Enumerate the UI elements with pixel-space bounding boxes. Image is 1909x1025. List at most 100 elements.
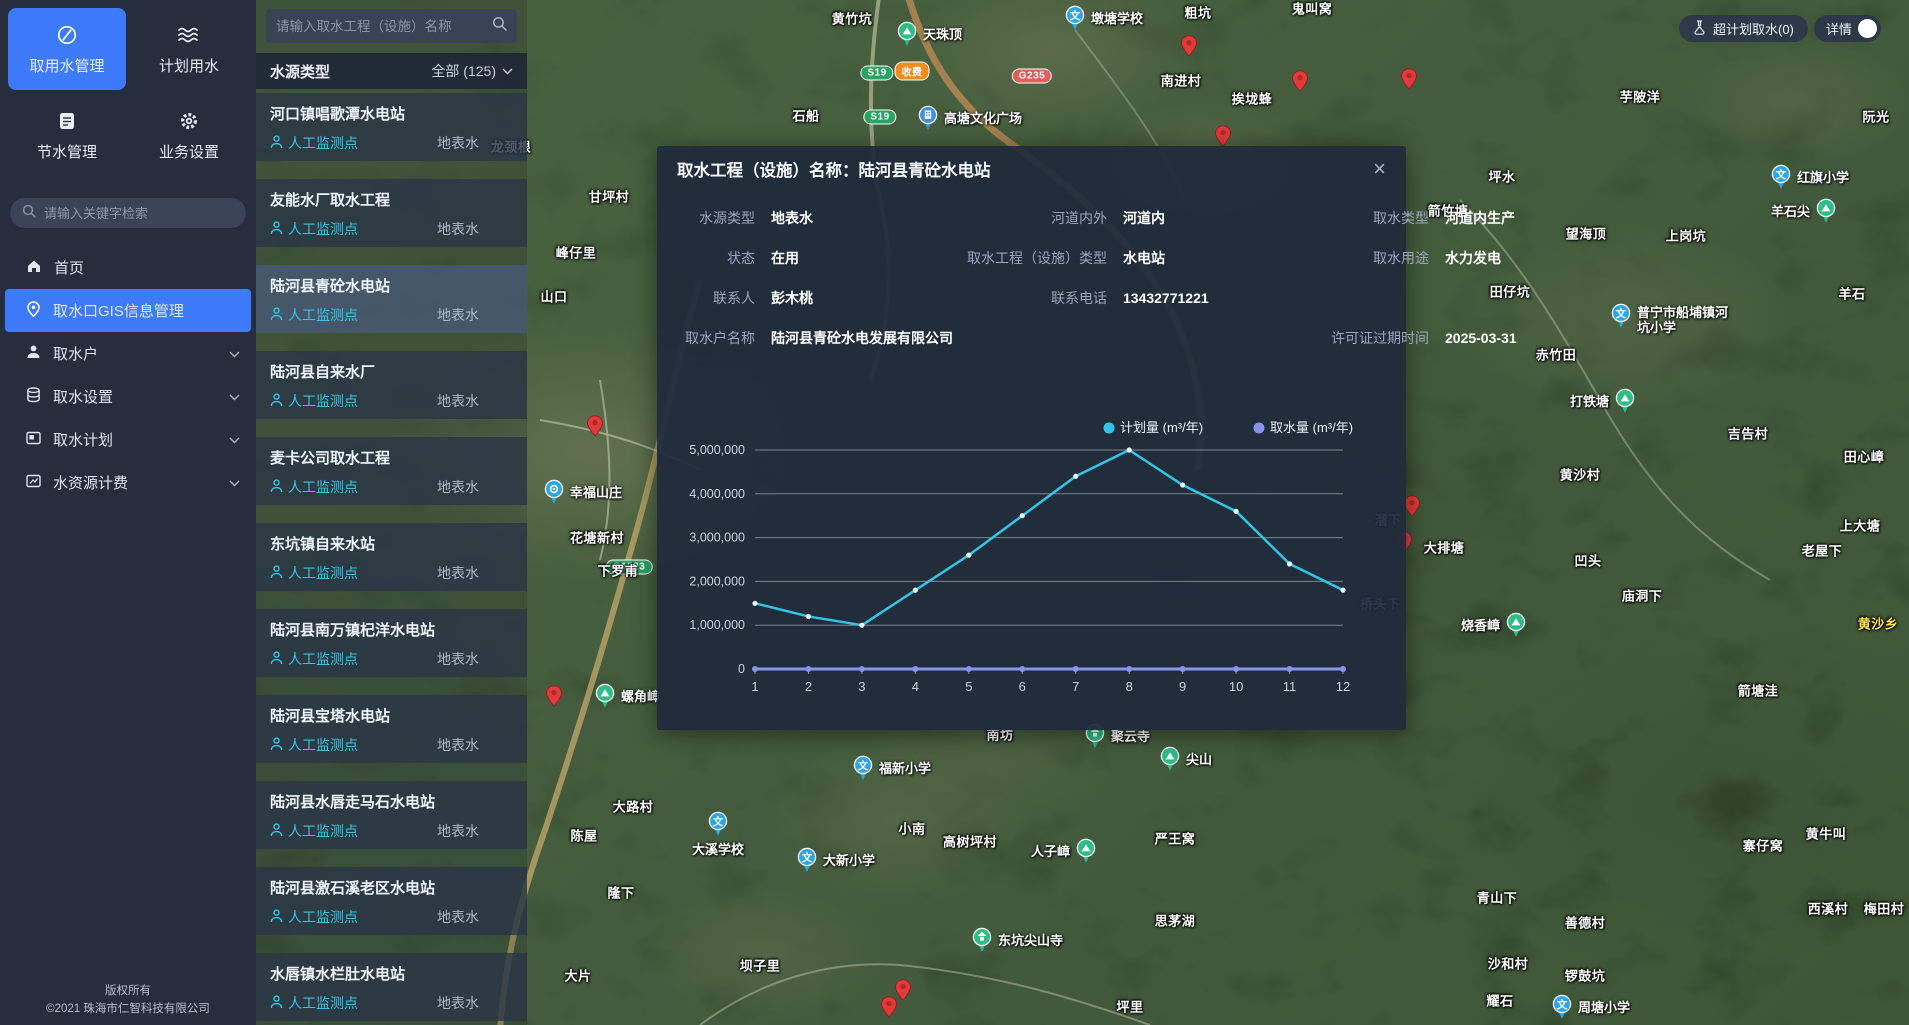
module-water-intake-dashboard[interactable]: 取用水管理 xyxy=(8,8,126,90)
school-map-marker[interactable]: 文福新小学 xyxy=(853,755,873,786)
module-notebook[interactable]: 节水管理 xyxy=(8,94,126,176)
over-plan-intake-button[interactable]: 超计划取水(0) xyxy=(1679,15,1808,42)
search-icon[interactable] xyxy=(492,16,507,36)
station-list-item[interactable]: 陆河县南万镇杞洋水电站人工监测点地表水 xyxy=(256,609,527,677)
mountain-map-marker[interactable]: 人子嶂 xyxy=(1076,838,1096,869)
station-meta-row: 人工监测点地表水 xyxy=(270,391,513,411)
station-list-item[interactable]: 陆河县自来水厂人工监测点地表水 xyxy=(256,351,527,419)
module-waves[interactable]: 计划用水 xyxy=(130,8,248,90)
mountain-map-marker[interactable]: 螺角嶂 xyxy=(595,683,615,714)
station-meta-row: 人工监测点地表水 xyxy=(270,477,513,497)
station-meta-row: 人工监测点地表水 xyxy=(270,133,513,153)
red-map-pin[interactable] xyxy=(1404,495,1421,522)
svg-text:2: 2 xyxy=(805,679,812,694)
map-place-label: 大片 xyxy=(564,966,591,985)
modal-title: 取水工程（设施）名称：陆河县青砼水电站 xyxy=(677,157,991,181)
monitor-type[interactable]: 人工监测点 xyxy=(270,219,358,239)
person-icon xyxy=(270,737,283,754)
station-list-item[interactable]: 河口镇唱歌潭水电站人工监测点地表水 xyxy=(256,93,527,161)
toggle-knob[interactable] xyxy=(1858,19,1877,38)
sidebar-item-database[interactable]: 取水设置 xyxy=(0,375,256,418)
module-label: 取用水管理 xyxy=(29,55,104,76)
red-map-pin[interactable] xyxy=(881,996,898,1023)
school-map-marker[interactable]: 文普宁市船埔镇河坑小学 xyxy=(1611,303,1631,334)
station-list-item[interactable]: 陆河县激石溪老区水电站人工监测点地表水 xyxy=(256,867,527,935)
field-value: 彭木桃 xyxy=(771,286,921,326)
sidebar-item-home[interactable]: 首页 xyxy=(0,246,256,289)
sidebar-item-location-pin[interactable]: 取水口GIS信息管理 xyxy=(5,289,251,332)
road-badge: 收费 xyxy=(895,62,930,81)
monitor-type[interactable]: 人工监测点 xyxy=(270,821,358,841)
legend-item[interactable]: 计划量 (m³/年) xyxy=(1104,420,1204,435)
station-list-item[interactable]: 东坑镇自来水站人工监测点地表水 xyxy=(256,523,527,591)
person-icon xyxy=(270,307,283,324)
map-place-label: 阮光 xyxy=(1862,107,1889,126)
monitor-type[interactable]: 人工监测点 xyxy=(270,305,358,325)
map-place-label: 善德村 xyxy=(1565,913,1606,932)
detail-toggle[interactable]: 详情 xyxy=(1814,15,1881,42)
mountain-map-marker[interactable]: 打铁塘 xyxy=(1615,388,1635,419)
station-search-input[interactable] xyxy=(276,19,492,34)
monitor-type[interactable]: 人工监测点 xyxy=(270,563,358,583)
station-name: 陆河县南万镇杞洋水电站 xyxy=(270,619,513,640)
field-label: 水源类型 xyxy=(665,206,755,246)
svg-text:文: 文 xyxy=(712,815,724,828)
monitor-type[interactable]: 人工监测点 xyxy=(270,907,358,927)
red-map-pin[interactable] xyxy=(1401,68,1418,95)
sidebar-item-billing[interactable]: 水资源计费 xyxy=(0,461,256,504)
monitor-type[interactable]: 人工监测点 xyxy=(270,993,358,1013)
monitor-label: 人工监测点 xyxy=(288,649,358,669)
red-map-pin[interactable] xyxy=(587,415,604,442)
monitor-type[interactable]: 人工监测点 xyxy=(270,735,358,755)
mountain-map-marker[interactable]: 尖山 xyxy=(1160,746,1180,777)
filter-dropdown[interactable]: 全部 (125) xyxy=(431,61,513,81)
station-list-item[interactable]: 友能水厂取水工程人工监测点地表水 xyxy=(256,179,527,247)
building-map-marker[interactable]: 高塘文化广场 xyxy=(918,105,938,136)
monitor-label: 人工监测点 xyxy=(288,907,358,927)
person-icon xyxy=(270,823,283,840)
module-gear[interactable]: 业务设置 xyxy=(130,94,248,176)
field-label: 状态 xyxy=(665,246,755,286)
close-icon[interactable]: × xyxy=(1373,158,1386,180)
svg-text:3: 3 xyxy=(858,679,865,694)
legend-item[interactable]: 取水量 (m³/年) xyxy=(1254,420,1354,435)
sidebar-item-user[interactable]: 取水户 xyxy=(0,332,256,375)
waves-icon xyxy=(177,23,201,47)
map-marker-label: 打铁塘 xyxy=(1570,391,1609,410)
monitor-type[interactable]: 人工监测点 xyxy=(270,391,358,411)
station-search[interactable] xyxy=(266,9,517,43)
station-list-item[interactable]: 陆河县水唇走马石水电站人工监测点地表水 xyxy=(256,781,527,849)
school-map-marker[interactable]: 文大溪学校 xyxy=(708,811,728,842)
monitor-type[interactable]: 人工监测点 xyxy=(270,133,358,153)
map-marker-label: 羊石尖 xyxy=(1771,201,1810,220)
map-place-label: 花塘新村 xyxy=(570,528,624,547)
flask-icon xyxy=(1693,20,1706,38)
temple-map-marker[interactable]: 东坑尖山寺 xyxy=(972,927,992,958)
water-source-type: 地表水 xyxy=(437,563,479,583)
svg-text:2,000,000: 2,000,000 xyxy=(689,574,745,588)
school-map-marker[interactable]: 文红旗小学 xyxy=(1771,164,1791,195)
school-map-marker[interactable]: 文大新小学 xyxy=(797,847,817,878)
sidebar-search[interactable] xyxy=(10,198,246,228)
sidebar-item-plan-card[interactable]: 取水计划 xyxy=(0,418,256,461)
station-list-item[interactable]: 麦卡公司取水工程人工监测点地表水 xyxy=(256,437,527,505)
mountain-map-marker[interactable]: 天珠顶 xyxy=(897,21,917,52)
sidebar-search-input[interactable] xyxy=(44,206,234,221)
svg-text:3,000,000: 3,000,000 xyxy=(689,531,745,545)
school-map-marker[interactable]: 文墩塘学校 xyxy=(1065,5,1085,36)
water-source-type: 地表水 xyxy=(437,993,479,1013)
monitor-type[interactable]: 人工监测点 xyxy=(270,649,358,669)
station-list-item[interactable]: 水唇镇水栏肚水电站人工监测点地表水 xyxy=(256,953,527,1021)
mountain-map-marker[interactable]: 羊石尖 xyxy=(1816,198,1836,229)
red-map-pin[interactable] xyxy=(546,685,563,712)
station-name: 陆河县水唇走马石水电站 xyxy=(270,791,513,812)
school-map-marker[interactable]: 文周塘小学 xyxy=(1552,994,1572,1025)
map-place-label: 吉告村 xyxy=(1728,424,1769,443)
red-map-pin[interactable] xyxy=(1292,70,1309,97)
station-list-item[interactable]: 陆河县青砼水电站人工监测点地表水 xyxy=(256,265,527,333)
mountain-map-marker[interactable]: 烧香嶂 xyxy=(1506,612,1526,643)
station-list-item[interactable]: 陆河县宝塔水电站人工监测点地表水 xyxy=(256,695,527,763)
monitor-type[interactable]: 人工监测点 xyxy=(270,477,358,497)
poi-map-marker[interactable]: 幸福山庄 xyxy=(544,479,564,510)
red-map-pin[interactable] xyxy=(1181,35,1198,62)
